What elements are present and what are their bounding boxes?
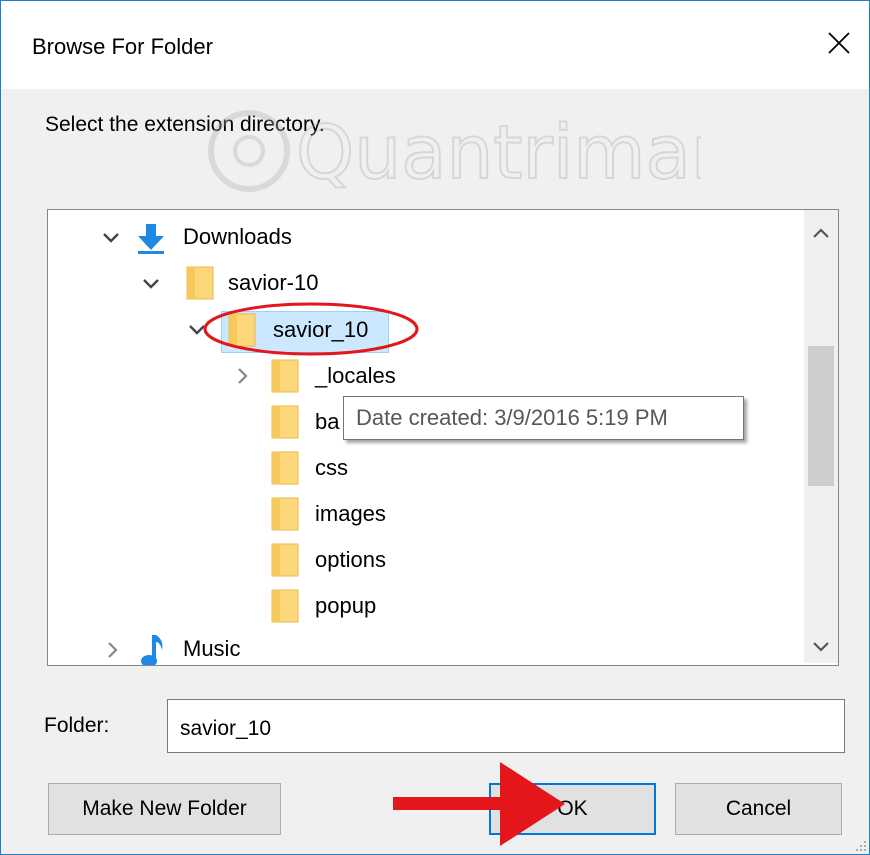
folder-icon — [271, 405, 299, 439]
tree-item-locales[interactable]: _locales — [48, 356, 788, 396]
chevron-down-icon[interactable] — [141, 274, 161, 294]
tree-item-label: css — [315, 455, 348, 480]
tree-item-label: savior-10 — [228, 270, 319, 295]
browse-for-folder-dialog: Browse For Folder Select the extension d… — [0, 0, 870, 855]
tree-item-label: _locales — [315, 363, 396, 388]
make-new-folder-button[interactable]: Make New Folder — [48, 783, 281, 835]
tree-item-savior-10[interactable]: savior-10 — [48, 264, 788, 304]
chevron-down-icon[interactable] — [187, 320, 207, 340]
chevron-down-icon[interactable] — [101, 228, 121, 248]
tree-item-images[interactable]: images — [48, 494, 788, 534]
folder-icon — [271, 543, 299, 577]
date-created-tooltip: Date created: 3/9/2016 5:19 PM — [343, 396, 744, 440]
folder-label: Folder: — [44, 714, 110, 737]
folder-icon — [271, 497, 299, 531]
close-button[interactable] — [813, 17, 865, 69]
folder-icon — [186, 266, 214, 300]
tree-item-downloads[interactable]: Downloads — [48, 218, 788, 258]
dialog-title: Browse For Folder — [32, 34, 213, 59]
folder-input[interactable] — [167, 699, 845, 753]
chevron-right-icon[interactable] — [233, 366, 253, 386]
tree-item-options[interactable]: options — [48, 540, 788, 580]
scrollbar-thumb[interactable] — [808, 346, 834, 486]
button-label: Make New Folder — [82, 797, 247, 820]
dialog-prompt: Select the extension directory. — [45, 113, 325, 136]
title-bar: Browse For Folder — [1, 1, 869, 89]
cancel-button[interactable]: Cancel — [675, 783, 842, 835]
tree-item-label: ba — [315, 409, 340, 434]
tree-item-label: savior_10 — [273, 317, 369, 342]
chevron-right-icon[interactable] — [103, 640, 123, 660]
tree-item-popup[interactable]: popup — [48, 586, 788, 626]
watermark-text: Quantrimang — [296, 110, 701, 196]
button-label: Cancel — [725, 797, 792, 820]
resize-grip-icon[interactable] — [853, 838, 867, 852]
tree-item-label: images — [315, 501, 386, 526]
button-label: OK — [557, 797, 588, 820]
tree-item-label: options — [315, 547, 386, 572]
tooltip-text: Date created: 3/9/2016 5:19 PM — [356, 405, 668, 430]
scroll-up-arrow-icon[interactable] — [812, 226, 830, 240]
folder-icon — [271, 451, 299, 485]
tree-item-css[interactable]: css — [48, 448, 788, 488]
scroll-down-arrow-icon[interactable] — [812, 640, 830, 654]
folder-icon — [228, 313, 256, 347]
tree-item-savior_10[interactable]: savior_10 — [48, 310, 788, 350]
tree-item-label: Music — [183, 636, 241, 661]
vertical-scrollbar[interactable] — [804, 210, 838, 663]
ok-button[interactable]: OK — [489, 783, 656, 835]
folder-icon — [271, 359, 299, 393]
tree-item-label: popup — [315, 593, 377, 618]
tree-item-label: Downloads — [183, 224, 292, 249]
folder-icon — [271, 589, 299, 623]
tree-item-music[interactable]: Music — [48, 630, 788, 665]
download-arrow-icon — [138, 224, 164, 254]
close-icon — [828, 32, 850, 54]
music-note-icon — [141, 635, 163, 665]
